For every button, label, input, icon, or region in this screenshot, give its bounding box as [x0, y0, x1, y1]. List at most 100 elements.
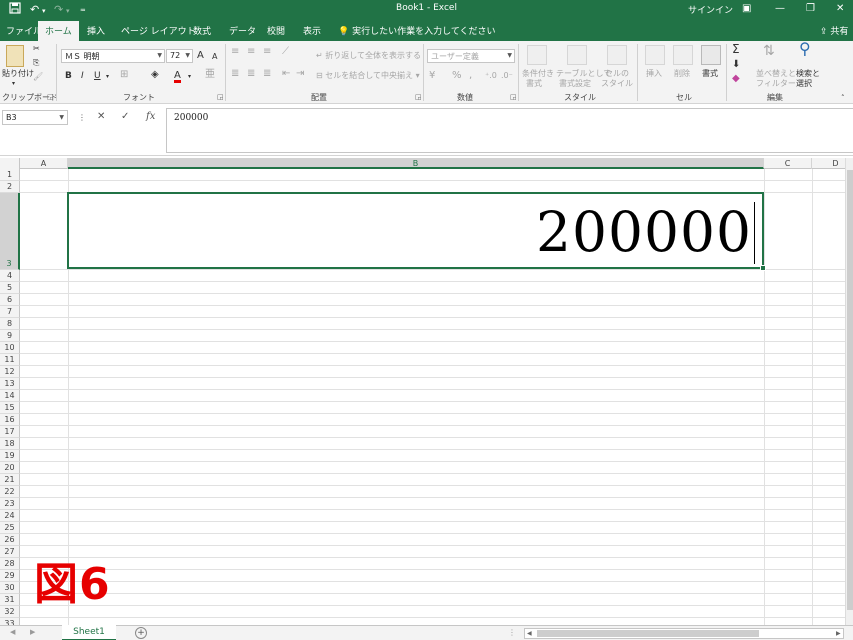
signin-link[interactable]: サインイン	[688, 3, 733, 16]
row-header-18[interactable]: 18	[0, 438, 20, 450]
horizontal-scrollbar[interactable]: ◀ ▶	[524, 628, 844, 639]
conditional-formatting-icon[interactable]	[527, 45, 547, 65]
wrap-text-button[interactable]: ↵ 折り返して全体を表示する	[316, 51, 421, 61]
row-header-19[interactable]: 19	[0, 450, 20, 462]
fill-handle[interactable]	[760, 265, 766, 271]
row-header-10[interactable]: 10	[0, 342, 20, 354]
vertical-scrollbar-thumb[interactable]	[847, 170, 853, 610]
share-button[interactable]: ⇪ 共有	[820, 24, 848, 37]
scroll-left-icon[interactable]: ◀	[527, 630, 532, 637]
tab-insert[interactable]: 挿入	[87, 24, 105, 37]
format-cells-button[interactable]: 書式	[702, 69, 718, 79]
number-format-select[interactable]: ユーザー定義 ▼	[427, 49, 515, 63]
conditional-formatting-label-1[interactable]: 条件付き	[522, 69, 554, 79]
borders-icon[interactable]: ⊞	[120, 70, 128, 80]
row-header-6[interactable]: 6	[0, 294, 20, 306]
paste-icon[interactable]	[6, 45, 24, 67]
cell-styles-label-2[interactable]: スタイル	[601, 79, 633, 89]
align-top-icon[interactable]: ≡	[231, 47, 239, 57]
minimize-icon[interactable]: —	[775, 2, 785, 16]
fill-color-icon[interactable]: ◈	[151, 70, 159, 80]
insert-cells-button[interactable]: 挿入	[646, 69, 662, 79]
font-color-dropdown-icon[interactable]: ▾	[188, 72, 191, 82]
tab-split-grip-icon[interactable]: ⋮	[508, 628, 516, 637]
enter-entry-button[interactable]: ✓	[121, 111, 129, 122]
next-sheet-icon[interactable]: ▶	[30, 628, 35, 636]
font-color-button[interactable]: A	[174, 71, 181, 83]
row-header-7[interactable]: 7	[0, 306, 20, 318]
italic-button[interactable]: I	[81, 71, 84, 81]
comma-button[interactable]: ,	[469, 71, 472, 81]
column-header-c[interactable]: C	[764, 158, 812, 169]
tab-home[interactable]: ホーム	[38, 21, 79, 41]
scroll-right-icon[interactable]: ▶	[836, 630, 841, 637]
row-header-26[interactable]: 26	[0, 534, 20, 546]
row-header-27[interactable]: 27	[0, 546, 20, 558]
add-sheet-button[interactable]: +	[135, 627, 147, 639]
orientation-icon[interactable]: ⟋	[282, 47, 289, 57]
decrease-indent-icon[interactable]: ⇤	[282, 69, 290, 79]
align-left-icon[interactable]: ≣	[231, 69, 239, 79]
row-header-24[interactable]: 24	[0, 510, 20, 522]
font-size-select[interactable]: 72 ▼	[166, 49, 193, 63]
format-as-table-label-2[interactable]: 書式設定	[559, 79, 591, 89]
format-cells-icon[interactable]	[701, 45, 721, 65]
find-select-label-1[interactable]: 検索と	[796, 69, 820, 79]
ribbon-display-options-icon[interactable]: ▣	[742, 2, 751, 16]
row-header-25[interactable]: 25	[0, 522, 20, 534]
horizontal-scrollbar-thumb[interactable]	[537, 630, 759, 637]
row-header-29[interactable]: 29	[0, 570, 20, 582]
row-header-16[interactable]: 16	[0, 414, 20, 426]
column-header-a[interactable]: A	[20, 158, 68, 169]
font-name-select[interactable]: ＭＳ 明朝 ▼	[61, 49, 165, 63]
autosum-button[interactable]: Σ	[732, 43, 740, 55]
format-as-table-icon[interactable]	[567, 45, 587, 65]
name-box[interactable]: B3 ▼	[2, 110, 68, 125]
column-header-d[interactable]: D	[812, 158, 845, 169]
row-header-28[interactable]: 28	[0, 558, 20, 570]
underline-button[interactable]: U	[94, 71, 101, 81]
search-icon[interactable]: ⚲	[799, 41, 811, 57]
tab-page-layout[interactable]: ページ レイアウト	[121, 24, 196, 37]
row-header-5[interactable]: 5	[0, 282, 20, 294]
align-middle-icon[interactable]: ≡	[247, 47, 255, 57]
percent-button[interactable]: %	[452, 71, 462, 81]
tab-data[interactable]: データ	[229, 24, 256, 37]
active-cell-b3[interactable]: 200000	[67, 192, 766, 271]
row-header-30[interactable]: 30	[0, 582, 20, 594]
phonetic-icon[interactable]: 亜	[205, 70, 215, 80]
row-header-3[interactable]: 3	[0, 193, 20, 270]
increase-decimal-icon[interactable]: ⁺.0	[485, 71, 497, 81]
row-header-14[interactable]: 14	[0, 390, 20, 402]
format-painter-icon[interactable]: 🖌	[33, 72, 43, 82]
paste-dropdown-icon[interactable]: ▾	[12, 79, 15, 89]
row-header-2[interactable]: 2	[0, 181, 20, 193]
accounting-format-icon[interactable]: ¥	[429, 71, 435, 81]
column-header-b[interactable]: B	[68, 158, 764, 169]
insert-cells-icon[interactable]	[645, 45, 665, 65]
restore-icon[interactable]: ❐	[806, 2, 815, 16]
sort-filter-label-2[interactable]: フィルター	[756, 79, 796, 89]
fill-icon[interactable]: ⬇	[732, 60, 740, 70]
tab-review[interactable]: 校閲	[267, 24, 285, 37]
conditional-formatting-label-2[interactable]: 書式	[526, 79, 542, 89]
cell-styles-label-1[interactable]: セルの	[605, 69, 629, 79]
alignment-launcher-icon[interactable]: ◲	[415, 93, 422, 101]
cancel-entry-button[interactable]: ✕	[97, 111, 105, 122]
cell-styles-icon[interactable]	[607, 45, 627, 65]
clipboard-launcher-icon[interactable]: ◲	[47, 93, 54, 101]
align-right-icon[interactable]: ≣	[263, 69, 271, 79]
insert-function-button[interactable]: fx	[146, 111, 155, 122]
clear-icon[interactable]: ◆	[732, 74, 740, 84]
shrink-font-button[interactable]: A	[212, 52, 217, 62]
row-header-21[interactable]: 21	[0, 474, 20, 486]
align-bottom-icon[interactable]: ≡	[263, 47, 271, 57]
row-header-12[interactable]: 12	[0, 366, 20, 378]
delete-cells-icon[interactable]	[673, 45, 693, 65]
delete-cells-button[interactable]: 削除	[674, 69, 690, 79]
row-header-20[interactable]: 20	[0, 462, 20, 474]
font-launcher-icon[interactable]: ◲	[217, 93, 224, 101]
vertical-scrollbar[interactable]	[845, 158, 853, 625]
merge-center-button[interactable]: ⊟ セルを結合して中央揃え ▾	[316, 71, 420, 81]
close-icon[interactable]: ✕	[836, 2, 844, 16]
